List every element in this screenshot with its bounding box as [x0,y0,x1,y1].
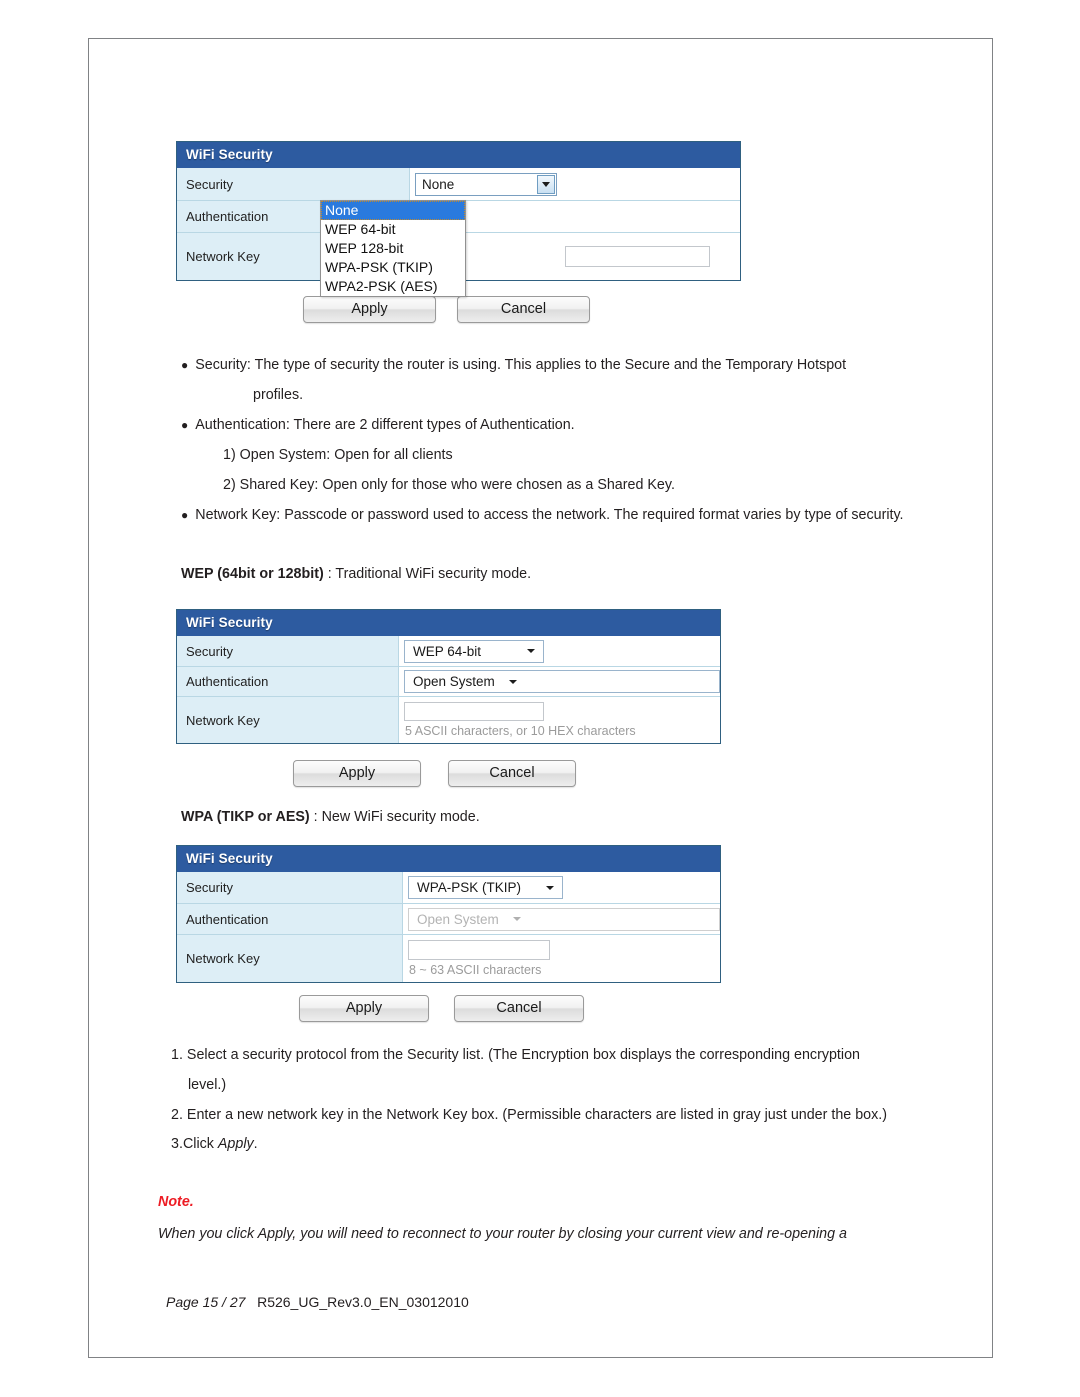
heading-wpa-bold: WPA (TIKP or AES) [181,809,310,825]
wifi-security-panel-wpa: WiFi Security Security WPA-PSK (TKIP) Au… [176,845,721,983]
step-2-number: 2. [171,1107,183,1123]
chevron-down-icon[interactable] [537,174,555,194]
heading-wep-rest: : Traditional WiFi security mode. [323,566,532,582]
document-body: WiFi Security Security None Authenticati… [89,39,994,1359]
bullet-text-shared-key: 2) Shared Key: Open only for those who w… [223,477,675,493]
chevron-down-icon[interactable] [508,679,517,684]
apply-button-wep[interactable]: Apply [293,760,421,787]
network-key-input-none[interactable] [565,246,710,267]
document-page-frame: WiFi Security Security None Authenticati… [88,38,993,1358]
cancel-button-wpa[interactable]: Cancel [454,995,584,1022]
dropdown-option-wep128[interactable]: WEP 128-bit [321,239,465,258]
wifi-security-panel-wep: WiFi Security Security WEP 64-bit Authen… [176,609,721,744]
row-label-networkkey-wpa: Network Key [177,935,403,982]
panel-row-networkkey-wep: Network Key 5 ASCII characters, or 10 HE… [177,696,720,743]
row-label-security-wpa: Security [177,872,403,903]
bullet-text-security-cont: profiles. [253,387,304,403]
footer-page-number: Page 15 / 27 [166,1294,246,1310]
bullet-icon: ● [181,508,189,522]
step-3: 3.Click Apply. [171,1133,258,1155]
wifi-security-panel-none: WiFi Security Security None Authenticati… [176,141,741,297]
button-row-wpa: Apply Cancel [299,995,584,1022]
row-field-authentication-wep: Open System [399,667,720,696]
panel-row-security-wpa: Security WPA-PSK (TKIP) [177,872,720,903]
row-label-security-wep: Security [177,636,399,666]
step-3-emphasis: Apply [217,1136,254,1152]
apply-button-wpa[interactable]: Apply [299,995,429,1022]
step-2: 2. Enter a new network key in the Networ… [171,1104,887,1126]
row-field-security-wpa: WPA-PSK (TKIP) [403,872,720,903]
dropdown-option-wpa2psk[interactable]: WPA2-PSK (AES) [321,277,465,296]
step-2-text: Enter a new network key in the Network K… [186,1107,887,1123]
step-1-cont: level.) [188,1077,227,1093]
security-dropdown-value-wep: WEP 64-bit [413,643,482,659]
bullet-text-networkkey: Network Key: Passcode or password used t… [195,507,904,523]
step-1: 1. Select a security protocol from the S… [171,1044,860,1066]
button-row-none: Apply Cancel [303,296,590,323]
button-row-wep: Apply Cancel [293,760,576,787]
row-field-networkkey-wep: 5 ASCII characters, or 10 HEX characters [399,697,720,743]
apply-button-none[interactable]: Apply [303,296,436,323]
row-field-security-wep: WEP 64-bit [399,636,720,666]
bullet-item-security: ● Security: The type of security the rou… [181,354,846,376]
network-key-hint-wpa: 8 ~ 63 ASCII characters [409,963,542,977]
dropdown-option-none[interactable]: None [321,201,465,220]
chevron-down-icon [512,917,521,921]
row-field-security-none: None [410,168,740,200]
security-dropdown-none[interactable]: None [415,172,557,196]
authentication-dropdown-value-wpa: Open System [417,911,499,927]
network-key-input-wpa[interactable] [408,940,550,960]
panel-title-wep: WiFi Security [177,610,720,636]
dropdown-option-wpapsk[interactable]: WPA-PSK (TKIP) [321,258,465,277]
authentication-dropdown-wep[interactable]: Open System [404,670,720,693]
bullet-icon: ● [181,358,189,372]
page-footer: Page 15 / 27 R526_UG_Rev3.0_EN_03012010 [166,1294,469,1310]
bullet-text-authentication: Authentication: There are 2 different ty… [195,417,575,433]
panel-row-security-none: Security None [177,168,740,200]
security-dropdown-value-wpa: WPA-PSK (TKIP) [417,880,522,895]
step-1-number: 1. [171,1047,183,1063]
heading-wpa-rest: : New WiFi security mode. [309,809,480,825]
network-key-hint-wep: 5 ASCII characters, or 10 HEX characters [405,724,636,738]
authentication-dropdown-wpa-disabled: Open System [408,907,720,931]
panel-row-authentication-wep: Authentication Open System [177,666,720,696]
step-3-tail: . [253,1136,258,1152]
row-field-networkkey-wpa: 8 ~ 63 ASCII characters [403,935,720,982]
note-heading: Note. [158,1194,194,1210]
row-field-authentication-wpa: Open System [403,904,720,934]
heading-wep-bold: WEP (64bit or 128bit) [181,566,324,582]
panel-title-none: WiFi Security [177,142,740,168]
panel-row-networkkey-wpa: Network Key 8 ~ 63 ASCII characters [177,934,720,982]
network-key-input-wep[interactable] [404,702,544,721]
note-body: When you click Apply, you will need to r… [158,1226,847,1242]
cancel-button-none[interactable]: Cancel [457,296,590,323]
row-label-authentication-wpa: Authentication [177,904,403,934]
authentication-dropdown-value-wep: Open System [413,674,495,689]
row-label-networkkey-wep: Network Key [177,697,399,743]
panel-row-security-wep: Security WEP 64-bit [177,636,720,666]
step-3-number: 3. [171,1136,183,1152]
heading-wpa: WPA (TIKP or AES) : New WiFi security mo… [181,806,480,828]
footer-revision: R526_UG_Rev3.0_EN_03012010 [257,1294,469,1310]
step-1-text: Select a security protocol from the Secu… [186,1047,860,1063]
panel-row-authentication-wpa: Authentication Open System [177,903,720,934]
dropdown-option-wep64[interactable]: WEP 64-bit [321,220,465,239]
security-dropdown-wpa[interactable]: WPA-PSK (TKIP) [408,876,563,899]
bullet-item-authentication: ● Authentication: There are 2 different … [181,414,575,436]
cancel-button-wep[interactable]: Cancel [448,760,576,787]
bullet-icon: ● [181,418,189,432]
step-3-text: Click [182,1136,218,1152]
chevron-down-icon[interactable] [527,649,535,653]
row-label-security-none: Security [177,168,410,200]
security-dropdown-list-none[interactable]: None WEP 64-bit WEP 128-bit WPA-PSK (TKI… [320,200,466,297]
bullet-item-networkkey: ● Network Key: Passcode or password used… [181,504,904,526]
heading-wep: WEP (64bit or 128bit) : Traditional WiFi… [181,563,531,585]
row-label-authentication-wep: Authentication [177,667,399,696]
panel-title-wpa: WiFi Security [177,846,720,872]
chevron-down-icon[interactable] [546,885,554,890]
security-dropdown-wep[interactable]: WEP 64-bit [404,639,544,663]
bullet-text-security: Security: The type of security the route… [195,357,847,373]
security-dropdown-value-none: None [422,176,455,192]
bullet-text-open-system: 1) Open System: Open for all clients [223,447,453,463]
